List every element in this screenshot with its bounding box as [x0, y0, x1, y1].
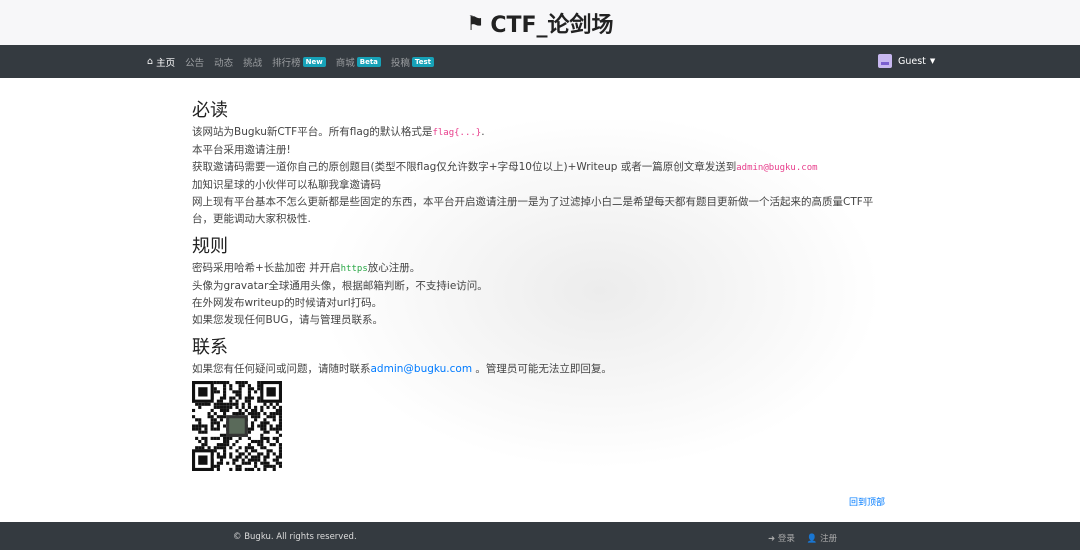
new-badge: New	[302, 56, 326, 67]
avatar	[878, 54, 892, 68]
qr-code	[192, 381, 282, 471]
must-read-section: 必读 该网站为Bugku新CTF平台。所有flag的默认格式是flag{...}…	[192, 98, 892, 228]
text-line: 该网站为Bugku新CTF平台。所有flag的默认格式是flag{...}.	[192, 126, 485, 138]
login-link[interactable]: ➜ 登录	[768, 532, 795, 544]
flag-icon: ⚑	[466, 10, 485, 35]
register-label: 注册	[820, 534, 838, 544]
beta-badge: Beta	[356, 56, 381, 67]
nav-submit[interactable]: 投稿 Test	[390, 55, 435, 69]
nav-label: 动态	[214, 57, 234, 69]
nav-activity[interactable]: 动态	[214, 55, 233, 69]
text-line: 网上现有平台基本不怎么更新都是些固定的东西，本平台开启邀请注册一是为了过滤掉小白…	[192, 196, 874, 225]
nav-shop[interactable]: 商城 Beta	[336, 55, 381, 69]
site-title: CTF_论剑场	[490, 12, 614, 38]
text-line: 加知识星球的小伙伴可以私聊我拿邀请码	[192, 179, 381, 191]
nav-label: 商城	[335, 57, 355, 69]
register-link[interactable]: 👤 注册	[807, 532, 837, 544]
site-header: ⚑ CTF_论剑场	[0, 0, 1080, 45]
caret-down-icon: ▼	[929, 57, 936, 65]
back-to-top-link[interactable]: 回到顶部	[849, 495, 885, 508]
section-title: 必读	[192, 100, 228, 121]
nav-label: 主页	[156, 57, 176, 69]
user-plus-icon: 👤	[806, 534, 818, 544]
email-link[interactable]: admin@bugku.com	[371, 363, 473, 375]
email-code: admin@bugku.com	[736, 163, 818, 173]
text-line: 密码采用哈希+长盐加密 并开启https放心注册。	[192, 262, 421, 274]
home-icon: ⌂	[147, 56, 154, 67]
login-label: 登录	[777, 534, 795, 544]
user-menu[interactable]: Guest ▼	[878, 54, 935, 68]
test-badge: Test	[411, 56, 435, 67]
nav-label: 公告	[185, 57, 205, 69]
nav-label: 挑战	[243, 57, 263, 69]
nav-label: 排行榜	[272, 57, 301, 69]
nav-challenges[interactable]: 挑战	[243, 55, 262, 69]
username: Guest	[898, 55, 926, 67]
text-line: 获取邀请码需要一道你自己的原创题目(类型不限flag仅允许数字+字母10位以上)…	[192, 161, 818, 173]
text-line: 本平台采用邀请注册!	[192, 144, 291, 156]
flag-format: flag{...}	[432, 128, 482, 138]
rules-section: 规则 密码采用哈希+长盐加密 并开启https放心注册。 头像为gravatar…	[192, 234, 892, 329]
nav-announcements[interactable]: 公告	[185, 55, 204, 69]
sign-in-icon: ➜	[768, 534, 776, 544]
copyright: © Bugku. All rights reserved.	[233, 532, 357, 542]
text-line: 如果您有任何疑问或问题，请随时联系admin@bugku.com 。管理员可能无…	[192, 363, 612, 375]
nav-label: 投稿	[390, 57, 410, 69]
text-line: 头像为gravatar全球通用头像，根据邮箱判断，不支持ie访问。	[192, 280, 488, 292]
text-line: 如果您发现任何BUG，请与管理员联系。	[192, 314, 384, 326]
section-title: 联系	[192, 337, 228, 358]
main-content: 必读 该网站为Bugku新CTF平台。所有flag的默认格式是flag{...}…	[192, 98, 892, 483]
text-line: 在外网发布writeup的时候请对url打码。	[192, 297, 383, 309]
nav-home[interactable]: ⌂ 主页	[147, 55, 175, 69]
nav-ranking[interactable]: 排行榜 New	[272, 55, 326, 69]
https-code: https	[340, 264, 368, 274]
section-title: 规则	[192, 236, 228, 257]
contact-section: 联系 如果您有任何疑问或问题，请随时联系admin@bugku.com 。管理员…	[192, 335, 892, 477]
navbar: ⌂ 主页 公告 动态 挑战 排行榜 New 商城 Beta 投稿 Test Guest…	[0, 45, 1080, 78]
footer: © Bugku. All rights reserved. ➜ 登录 👤 注册	[0, 522, 1080, 550]
